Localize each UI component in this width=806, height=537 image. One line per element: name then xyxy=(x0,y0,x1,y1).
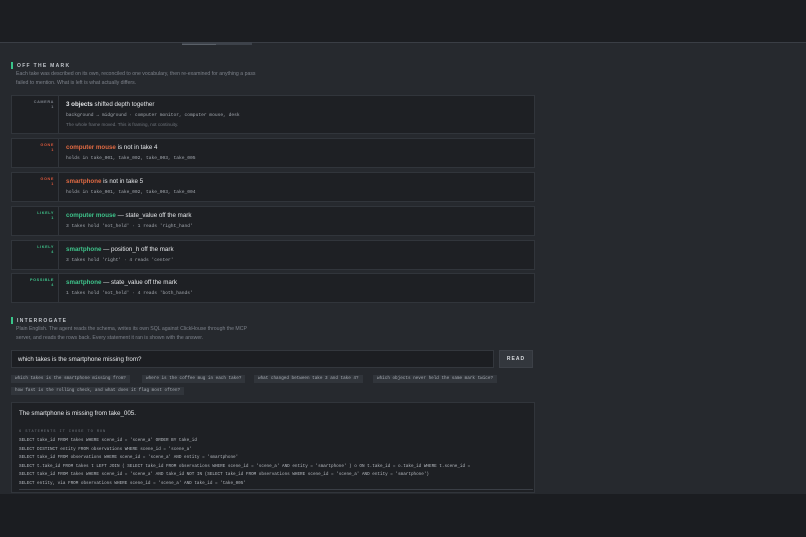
card-side: LIKELY 4 xyxy=(12,241,59,269)
interrogate-header: INTERROGATE xyxy=(11,317,67,324)
active-tab-highlight xyxy=(182,44,216,45)
top-bar xyxy=(0,0,806,42)
card-title-rest: — state_value off the mark xyxy=(101,279,177,286)
card-title: smartphone is not in take 5 xyxy=(66,178,143,185)
description-line: failed to mention. What is left is what … xyxy=(16,79,137,86)
finding-badge: LIKELY 4 xyxy=(37,245,54,255)
sql-statement: SELECT take_id FROM observations WHERE s… xyxy=(19,455,239,460)
card-note: The whole frame moved. This is framing, … xyxy=(66,122,179,127)
sql-statement: SELECT take_id FROM takes WHERE scene_id… xyxy=(19,472,429,477)
finding-card-camera[interactable]: CAMERA 1 3 objects shifted depth togethe… xyxy=(11,95,535,134)
card-detail: holds in take_001, take_002, take_003, t… xyxy=(66,190,196,195)
card-side: GONE 1 xyxy=(12,139,59,167)
suggestion-chip[interactable]: which objects never held the same mark t… xyxy=(373,375,498,383)
suggestion-chip[interactable]: which takes is the smartphone missing fr… xyxy=(11,375,130,383)
card-title-rest: — position_h off the mark xyxy=(101,246,174,253)
card-detail: 1 takes hold 'not_held' · 4 reads 'both_… xyxy=(66,291,193,296)
finding-badge: LIKELY 1 xyxy=(37,211,54,221)
finding-badge: CAMERA 1 xyxy=(34,100,54,110)
card-title: computer mouse is not in take 4 xyxy=(66,144,157,151)
section-marker xyxy=(11,317,13,324)
badge-count: 1 xyxy=(51,105,54,109)
finding-card-gone-smartphone[interactable]: GONE 1 smartphone is not in take 5 holds… xyxy=(11,172,535,202)
card-title: smartphone — position_h off the mark xyxy=(66,246,174,253)
card-detail: background → midground · computer monito… xyxy=(66,113,240,118)
finding-card-possible-smartphone[interactable]: POSSIBLE 4 smartphone — state_value off … xyxy=(11,273,535,303)
card-title-rest: is not in take 5 xyxy=(101,178,144,185)
badge-count: 1 xyxy=(51,148,54,152)
sql-statement: SELECT entity, via FROM observations WHE… xyxy=(19,481,246,486)
badge-count: 4 xyxy=(51,283,54,287)
finding-badge: GONE 1 xyxy=(40,143,54,153)
sql-statement: SELECT take_id FROM takes WHERE scene_id… xyxy=(19,438,197,443)
finding-badge: GONE 1 xyxy=(40,177,54,187)
finding-card-gone-mouse[interactable]: GONE 1 computer mouse is not in take 4 h… xyxy=(11,138,535,168)
answer-panel: The smartphone is missing from take_005.… xyxy=(11,402,535,493)
answer-text: The smartphone is missing from take_005. xyxy=(19,410,136,417)
badge-count: 4 xyxy=(51,250,54,254)
sql-statement: SELECT DISTINCT entity FROM observations… xyxy=(19,447,192,452)
entity-name: smartphone xyxy=(66,279,102,286)
card-title-bold: 3 objects xyxy=(66,101,93,108)
card-title-rest: shifted depth together xyxy=(92,101,155,108)
card-title-rest: is not in take 4 xyxy=(115,144,158,151)
finding-badge: POSSIBLE 4 xyxy=(30,278,54,288)
section-title: OFF THE MARK xyxy=(17,62,71,69)
card-detail: 3 takes hold 'right' · 4 reads 'center' xyxy=(66,258,174,263)
card-detail: holds in take_001, take_002, take_003, t… xyxy=(66,156,196,161)
entity-name: smartphone xyxy=(66,178,102,185)
card-detail: 3 takes hold 'not_held' · 1 reads 'right… xyxy=(66,224,193,229)
read-button[interactable]: READ xyxy=(499,350,533,368)
description-line: server, and reads the rows back. Every s… xyxy=(16,334,204,341)
badge-count: 1 xyxy=(51,182,54,186)
suggestion-chip[interactable]: how fast is the rolling check, and what … xyxy=(11,387,185,395)
interrogate-description: Plain English. The agent reads the schem… xyxy=(16,325,247,342)
suggestion-chip[interactable]: what changed between take 3 and take 4? xyxy=(254,375,363,383)
card-side: CAMERA 1 xyxy=(12,96,59,133)
badge-count: 1 xyxy=(51,216,54,220)
description-line: Plain English. The agent reads the schem… xyxy=(16,326,247,332)
off-the-mark-description: Each take was described on its own, reco… xyxy=(16,70,256,87)
question-input[interactable]: which takes is the smartphone missing fr… xyxy=(11,350,494,368)
description-line: Each take was described on its own, reco… xyxy=(16,71,256,77)
section-marker xyxy=(11,62,13,69)
card-side: POSSIBLE 4 xyxy=(12,274,59,302)
entity-name: smartphone xyxy=(66,246,102,253)
bottom-bar xyxy=(0,494,806,537)
finding-card-likely-mouse[interactable]: LIKELY 1 computer mouse — state_value of… xyxy=(11,206,535,236)
scrollbar-track[interactable] xyxy=(19,489,533,490)
card-title: 3 objects shifted depth together xyxy=(66,101,154,108)
section-title: INTERROGATE xyxy=(17,317,68,324)
suggestion-chip[interactable]: where is the coffee mug in each take? xyxy=(142,375,246,383)
statements-label: 6 STATEMENTS IT CHOSE TO RUN xyxy=(19,430,107,434)
card-title-rest: — state_value off the mark xyxy=(115,212,192,219)
entity-name: computer mouse xyxy=(66,144,116,151)
entity-name: computer mouse xyxy=(66,212,116,219)
sql-statement: SELECT t.take_id FROM takes t LEFT JOIN … xyxy=(19,464,471,469)
card-title: smartphone — state_value off the mark xyxy=(66,279,177,286)
card-side: LIKELY 1 xyxy=(12,207,59,235)
off-the-mark-header: OFF THE MARK xyxy=(11,62,70,69)
finding-card-likely-smartphone[interactable]: LIKELY 4 smartphone — position_h off the… xyxy=(11,240,535,270)
card-title: computer mouse — state_value off the mar… xyxy=(66,212,191,219)
card-side: GONE 1 xyxy=(12,173,59,201)
